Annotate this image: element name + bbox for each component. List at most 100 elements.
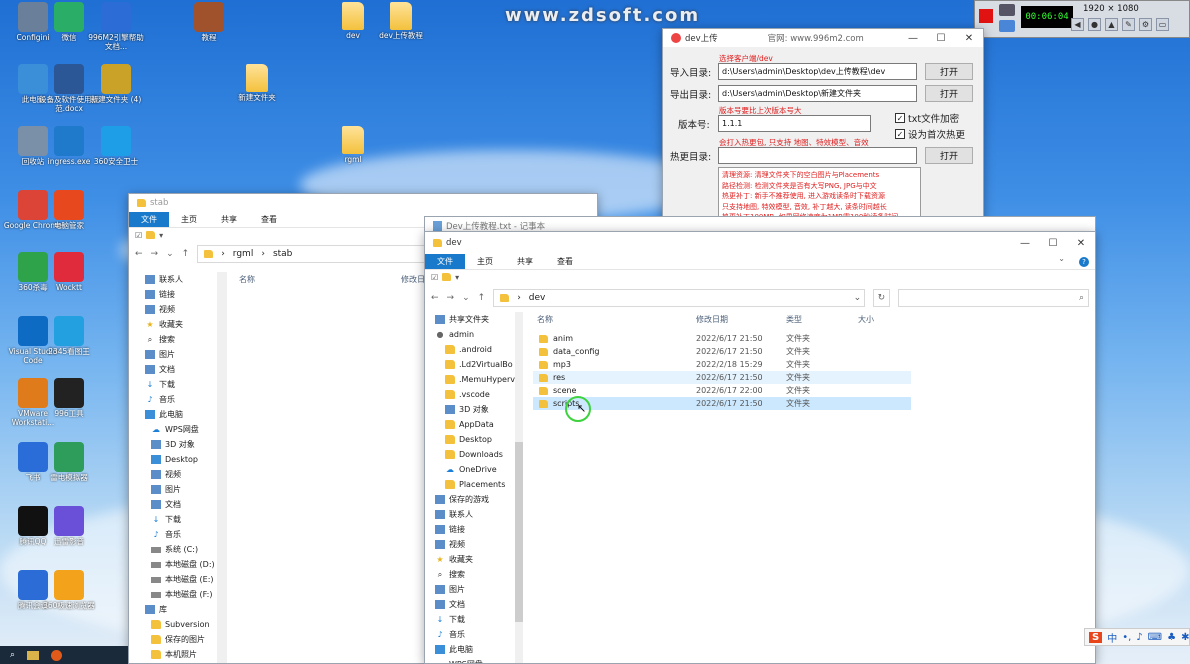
- search-input[interactable]: ⌕: [897, 289, 1089, 307]
- punctuation-icon[interactable]: •,: [1122, 632, 1131, 643]
- tools-icon[interactable]: ✱: [1181, 632, 1189, 643]
- checkbox-checked-icon[interactable]: ✓: [895, 129, 905, 139]
- maximize-icon[interactable]: ☐: [1039, 238, 1067, 249]
- hot-dir-input[interactable]: [718, 147, 917, 164]
- recent-icon[interactable]: ⌄: [462, 293, 470, 303]
- speaker-icon[interactable]: ◀: [1071, 18, 1084, 31]
- nav-scrollbar[interactable]: [217, 272, 227, 663]
- desktop-icon[interactable]: 教程: [178, 2, 240, 43]
- camera-icon[interactable]: [999, 4, 1015, 16]
- nav-item[interactable]: .Ld2VirtualBo: [435, 357, 515, 372]
- maximize-icon[interactable]: ☐: [927, 33, 955, 44]
- nav-item[interactable]: Desktop: [435, 432, 515, 447]
- tab-view[interactable]: 查看: [249, 212, 289, 227]
- microphone-icon[interactable]: ♪: [1136, 632, 1142, 643]
- nav-item[interactable]: 链接: [435, 522, 515, 537]
- nav-item[interactable]: 3D 对象: [435, 402, 515, 417]
- record-stop-icon[interactable]: [979, 9, 993, 23]
- nav-item[interactable]: 图片: [435, 582, 515, 597]
- nav-item[interactable]: 保存的游戏: [435, 492, 515, 507]
- nav-item[interactable]: .android: [435, 342, 515, 357]
- file-row[interactable]: scene 2022/6/17 22:00 文件夹: [533, 384, 911, 397]
- tab-file[interactable]: 文件: [425, 254, 465, 269]
- breadcrumb-dev[interactable]: dev: [529, 293, 546, 303]
- dropdown-icon[interactable]: ▾: [455, 273, 459, 282]
- nav-item[interactable]: ★ 收藏夹: [435, 552, 515, 567]
- col-type[interactable]: 类型: [786, 314, 858, 325]
- desktop-icon[interactable]: rgml: [322, 126, 384, 165]
- nav-item[interactable]: .vscode: [435, 387, 515, 402]
- nav-item[interactable]: Downloads: [435, 447, 515, 462]
- close-icon[interactable]: ✕: [1067, 238, 1095, 249]
- settings-icon[interactable]: ⚙: [1139, 18, 1152, 31]
- help-icon[interactable]: ?: [1079, 257, 1089, 267]
- desktop-icon[interactable]: Wocktt: [38, 252, 100, 293]
- keyboard-icon[interactable]: ⌨: [1148, 632, 1162, 643]
- tab-file[interactable]: 文件: [129, 212, 169, 227]
- col-date[interactable]: 修改日: [401, 274, 425, 285]
- search-icon[interactable]: ⌕: [10, 650, 15, 660]
- file-row[interactable]: anim 2022/6/17 21:50 文件夹: [533, 332, 911, 345]
- nav-item[interactable]: AppData: [435, 417, 515, 432]
- tab-share[interactable]: 共享: [209, 212, 249, 227]
- tab-view[interactable]: 查看: [545, 254, 585, 269]
- import-dir-input[interactable]: d:\Users\admin\Desktop\dev上传教程\dev: [718, 63, 917, 80]
- hot-open-button[interactable]: 打开: [925, 147, 973, 164]
- nav-item[interactable]: 共享文件夹: [435, 312, 515, 327]
- version-input[interactable]: 1.1.1: [718, 115, 871, 132]
- nav-item[interactable]: ↓ 下载: [435, 612, 515, 627]
- up-icon[interactable]: ↑: [478, 293, 486, 303]
- address-dropdown-icon[interactable]: ⌄: [854, 293, 865, 303]
- forward-icon[interactable]: →: [447, 293, 455, 303]
- file-row[interactable]: data_config 2022/6/17 21:50 文件夹: [533, 345, 911, 358]
- nav-item[interactable]: ♪ 音乐: [435, 627, 515, 642]
- col-date[interactable]: 修改日期: [696, 314, 786, 325]
- export-dir-input[interactable]: d:\Users\admin\Desktop\新建文件夹: [718, 85, 917, 102]
- tab-home[interactable]: 主页: [465, 254, 505, 269]
- txt-encrypt-checkbox[interactable]: ✓ txt文件加密: [895, 111, 959, 125]
- pause-icon[interactable]: [999, 20, 1015, 32]
- minimize-icon[interactable]: —: [899, 33, 927, 44]
- chevron-down-icon[interactable]: ⌄: [1058, 254, 1079, 269]
- export-open-button[interactable]: 打开: [925, 85, 973, 102]
- sogou-icon[interactable]: S: [1089, 631, 1103, 643]
- address-bar[interactable]: › dev ⌄: [493, 289, 866, 307]
- nav-item[interactable]: .MemuHyperv: [435, 372, 515, 387]
- pen-icon[interactable]: ✎: [1122, 18, 1135, 31]
- desktop-icon[interactable]: 雷电模拟器: [38, 442, 100, 483]
- nav-item[interactable]: 文档: [435, 597, 515, 612]
- dropdown-icon[interactable]: ▾: [159, 231, 163, 240]
- close-icon[interactable]: ✕: [955, 33, 983, 44]
- scrollbar-thumb[interactable]: [515, 442, 523, 622]
- col-name[interactable]: 名称: [533, 314, 696, 325]
- microphone-icon[interactable]: ●: [1088, 18, 1101, 31]
- nav-item[interactable]: 此电脑: [435, 642, 515, 657]
- desktop-icon[interactable]: 360安全卫士: [85, 126, 147, 167]
- desktop-icon[interactable]: 迅雷影音: [38, 506, 100, 547]
- nav-item[interactable]: ● admin: [435, 327, 515, 342]
- tab-share[interactable]: 共享: [505, 254, 545, 269]
- dev-explorer-window[interactable]: dev — ☐ ✕ 文件 主页 共享 查看 ⌄ ? ☑ ▾ ← → ⌄ ↑ › dev ⌄ ↻…: [424, 231, 1096, 664]
- back-icon[interactable]: ←: [135, 249, 143, 259]
- nav-item[interactable]: Placements: [435, 477, 515, 492]
- breadcrumb-stab[interactable]: stab: [273, 249, 292, 259]
- desktop-icon[interactable]: dev上传教程: [370, 2, 432, 41]
- col-size[interactable]: 大小: [858, 314, 874, 325]
- nav-item[interactable]: 联系人: [435, 507, 515, 522]
- display-icon[interactable]: ▭: [1156, 18, 1169, 31]
- refresh-icon[interactable]: ↻: [873, 289, 890, 307]
- nav-item[interactable]: ☁ OneDrive: [435, 462, 515, 477]
- desktop-icon[interactable]: 新建文件夹 (4): [85, 64, 147, 105]
- back-icon[interactable]: ←: [431, 293, 439, 303]
- file-row[interactable]: mp3 2022/2/18 15:29 文件夹: [533, 358, 911, 371]
- checkbox-checked-icon[interactable]: ✓: [895, 113, 905, 123]
- taskbar-app-icon[interactable]: [51, 649, 63, 661]
- forward-icon[interactable]: →: [151, 249, 159, 259]
- nav-item[interactable]: ☁ WPS网盘: [435, 657, 515, 663]
- nav-item[interactable]: 视频: [435, 537, 515, 552]
- cursor-icon[interactable]: ▲: [1105, 18, 1118, 31]
- recent-icon[interactable]: ⌄: [166, 249, 174, 259]
- breadcrumb-rgml[interactable]: rgml: [233, 249, 254, 259]
- checkbox-icon[interactable]: ☑: [431, 273, 438, 282]
- up-icon[interactable]: ↑: [182, 249, 190, 259]
